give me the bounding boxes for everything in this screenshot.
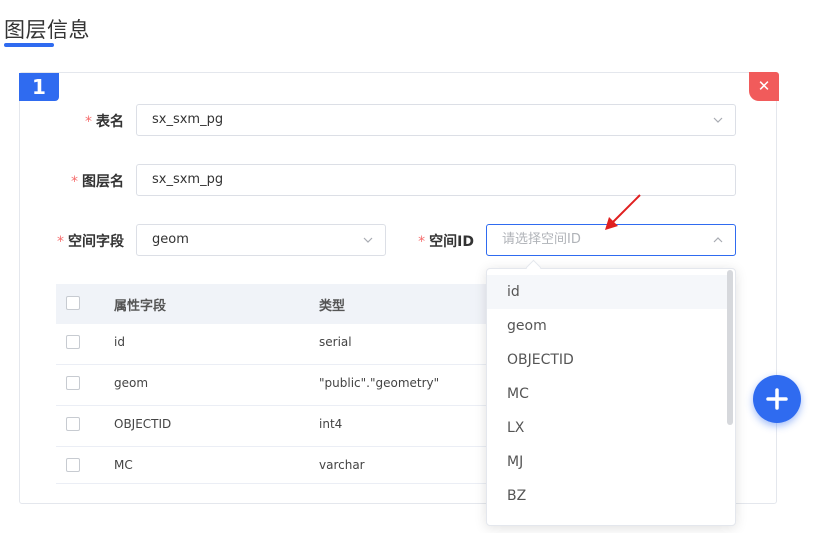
chevron-down-icon bbox=[713, 117, 723, 123]
dropdown-option-bz[interactable]: BZ bbox=[487, 479, 727, 513]
header-type: 类型 bbox=[319, 299, 346, 314]
spatial-field-value: geom bbox=[152, 232, 189, 247]
row-checkbox[interactable] bbox=[66, 335, 80, 349]
plus-icon bbox=[766, 388, 788, 410]
dropdown-option-mc[interactable]: MC bbox=[487, 377, 727, 411]
table-name-value: sx_sxm_pg bbox=[152, 112, 224, 127]
layer-name-label: * 图层名 bbox=[71, 174, 124, 190]
row-field: geom bbox=[114, 376, 149, 390]
dropdown-option-id[interactable]: id bbox=[487, 275, 727, 309]
row-checkbox[interactable] bbox=[66, 376, 80, 390]
row-checkbox[interactable] bbox=[66, 417, 80, 431]
row-field: OBJECTID bbox=[114, 417, 172, 431]
row-divider bbox=[56, 483, 486, 484]
row-checkbox[interactable] bbox=[66, 458, 80, 472]
dropdown-option-geom[interactable]: geom bbox=[487, 309, 727, 343]
row-divider bbox=[56, 405, 486, 406]
layer-name-value: sx_sxm_pg bbox=[152, 172, 224, 187]
row-type: int4 bbox=[319, 417, 343, 431]
close-icon: ✕ bbox=[757, 77, 771, 95]
page-title: 图层信息 bbox=[4, 18, 90, 42]
select-all-checkbox[interactable] bbox=[66, 296, 80, 310]
title-underline bbox=[4, 43, 54, 47]
add-layer-button[interactable] bbox=[753, 375, 801, 423]
spatial-field-select[interactable]: geom bbox=[136, 224, 386, 256]
annotation-arrow bbox=[605, 194, 641, 230]
spatial-id-label: * 空间ID bbox=[418, 234, 474, 250]
table-name-label: * 表名 bbox=[85, 114, 124, 130]
row-type: varchar bbox=[319, 458, 365, 472]
card-index-badge: 1 bbox=[19, 73, 59, 101]
row-divider bbox=[56, 364, 486, 365]
chevron-down-icon bbox=[363, 237, 373, 243]
row-field: MC bbox=[114, 458, 133, 472]
table-name-select[interactable]: sx_sxm_pg bbox=[136, 104, 736, 136]
dropdown-option-lx[interactable]: LX bbox=[487, 411, 727, 445]
row-type: "public"."geometry" bbox=[319, 376, 440, 390]
spatial-id-dropdown: id geom OBJECTID MC LX MJ BZ bbox=[486, 268, 736, 526]
row-divider bbox=[56, 446, 486, 447]
dropdown-scrollbar[interactable] bbox=[727, 270, 733, 425]
row-field: id bbox=[114, 335, 125, 349]
layer-name-input[interactable]: sx_sxm_pg bbox=[136, 164, 736, 196]
dropdown-option-mj[interactable]: MJ bbox=[487, 445, 727, 479]
close-card-button[interactable]: ✕ bbox=[749, 72, 779, 101]
spatial-id-placeholder: 请选择空间ID bbox=[502, 232, 581, 247]
row-type: serial bbox=[319, 335, 352, 349]
chevron-up-icon bbox=[713, 237, 723, 243]
dropdown-option-objectid[interactable]: OBJECTID bbox=[487, 343, 727, 377]
header-field: 属性字段 bbox=[114, 299, 167, 314]
spatial-field-label: * 空间字段 bbox=[57, 234, 124, 250]
